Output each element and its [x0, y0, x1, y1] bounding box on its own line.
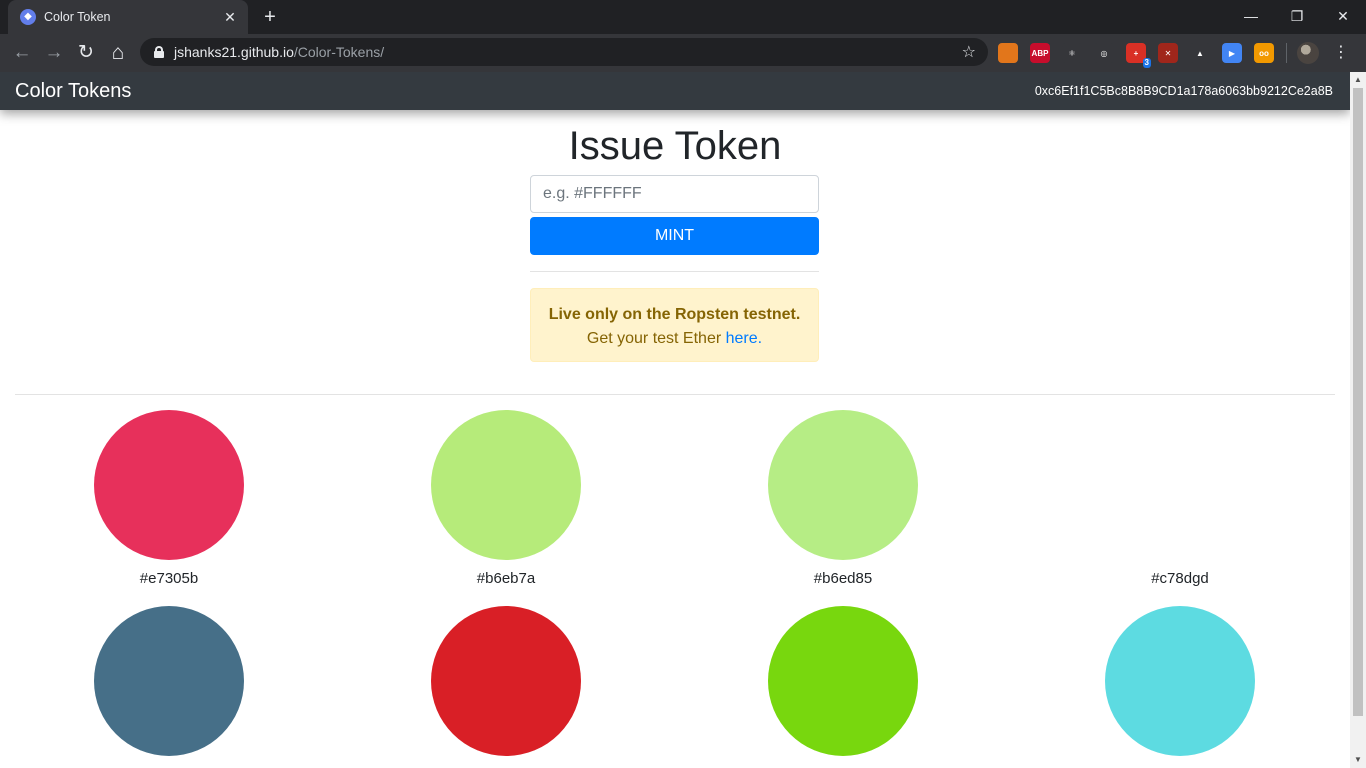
close-window-button[interactable]: ✕ [1320, 0, 1366, 34]
page-scrollbar[interactable]: ▲ ▼ [1350, 72, 1366, 768]
color-swatch [431, 606, 581, 756]
alert-text-line: Get your test Ether here. [531, 329, 818, 349]
url-text[interactable]: jshanks21.github.io/Color-Tokens/ [174, 44, 962, 60]
color-swatch [94, 606, 244, 756]
target-icon[interactable]: ◎ [1094, 43, 1114, 63]
home-button[interactable]: ⌂ [103, 38, 133, 68]
color-hex-label: #b6eb7a [476, 570, 536, 587]
color-token-card [431, 606, 581, 756]
scroll-up-arrow-icon[interactable]: ▲ [1350, 72, 1366, 88]
scrollbar-thumb[interactable] [1353, 88, 1363, 716]
extension-badge: 3 [1142, 58, 1151, 68]
color-token-card [768, 606, 918, 756]
alert-text: Get your test Ether [586, 330, 726, 347]
alert-heading: Live only on the Ropsten testnet. [548, 306, 801, 323]
faucet-link[interactable]: here. [726, 330, 762, 347]
color-swatch [94, 410, 244, 560]
scroll-down-arrow-icon[interactable]: ▼ [1350, 752, 1366, 768]
color-hex-input[interactable] [530, 175, 819, 213]
close-tab-icon[interactable]: ✕ [222, 9, 238, 26]
color-swatch [431, 410, 581, 560]
owl-extension-icon[interactable]: oo [1254, 43, 1274, 63]
bookmark-star-icon[interactable]: ☆ [962, 42, 976, 62]
url-host: jshanks21.github.io [174, 44, 294, 60]
lock-icon[interactable] [154, 46, 164, 58]
color-token-card: #e7305b [94, 410, 244, 588]
url-path: /Color-Tokens/ [293, 44, 385, 60]
color-hex-label: #c78dgd [1151, 570, 1209, 587]
page-title: Issue Token [568, 124, 782, 168]
ethereum-favicon-icon: ◆ [20, 9, 36, 25]
color-token-card: #b6eb7a [431, 410, 581, 588]
browser-tab-strip: ◆ Color Token ✕ + — ❐ ✕ [0, 0, 1366, 34]
color-swatch [1105, 606, 1255, 756]
address-bar[interactable]: jshanks21.github.io/Color-Tokens/ ☆ [140, 38, 988, 66]
restore-button[interactable]: ❐ [1274, 0, 1320, 34]
page-viewport: Color Tokens 0xc6Ef1f1C5Bc8B8B9CD1a178a6… [0, 72, 1350, 768]
toolbar-separator [1286, 43, 1287, 63]
blue-square-extension-icon[interactable]: ▶ [1222, 43, 1242, 63]
badge-extension-icon[interactable]: +3 [1126, 43, 1151, 68]
profile-avatar[interactable] [1297, 42, 1319, 64]
account-address: 0xc6Ef1f1C5Bc8B8B9CD1a178a6063bb9212Ce2a… [1034, 84, 1333, 98]
red-circle-extension-icon[interactable]: ✕ [1158, 43, 1178, 63]
adblock-plus-icon[interactable]: ABP [1030, 43, 1050, 63]
reload-button[interactable]: ↻ [71, 38, 101, 68]
section-divider [15, 394, 1335, 395]
new-tab-button[interactable]: + [258, 5, 282, 29]
testnet-alert: Live only on the Ropsten testnet. Get yo… [530, 288, 819, 362]
color-token-card: #c78dgd [1105, 410, 1255, 588]
color-token-card [94, 606, 244, 756]
divider [530, 271, 819, 272]
extensions-area: ABP ⚛ ◎ +3 ✕ ▲ ▶ oo ⋮ [998, 40, 1349, 68]
forward-button[interactable]: → [39, 38, 69, 68]
metamask-fox-icon[interactable] [998, 43, 1018, 63]
back-button[interactable]: ← [7, 38, 37, 68]
mint-button[interactable]: MINT [530, 217, 819, 255]
site-navbar: Color Tokens 0xc6Ef1f1C5Bc8B8B9CD1a178a6… [0, 72, 1350, 110]
color-token-card [1105, 606, 1255, 756]
color-token-card: #b6ed85 [768, 410, 918, 588]
browser-menu-icon[interactable]: ⋮ [1333, 45, 1349, 61]
browser-tab[interactable]: ◆ Color Token ✕ [8, 0, 248, 34]
color-swatch [1105, 410, 1255, 560]
minimize-button[interactable]: — [1228, 0, 1274, 34]
color-swatch [768, 606, 918, 756]
color-swatch [768, 410, 918, 560]
tab-title: Color Token [44, 10, 111, 24]
color-hex-label: #e7305b [139, 570, 199, 587]
bar-chart-extension-icon[interactable]: ▲ [1190, 43, 1210, 63]
react-devtools-icon[interactable]: ⚛ [1062, 43, 1082, 63]
navbar-brand[interactable]: Color Tokens [15, 80, 131, 103]
window-controls: — ❐ ✕ [1228, 0, 1366, 34]
color-hex-label: #b6ed85 [813, 570, 873, 587]
